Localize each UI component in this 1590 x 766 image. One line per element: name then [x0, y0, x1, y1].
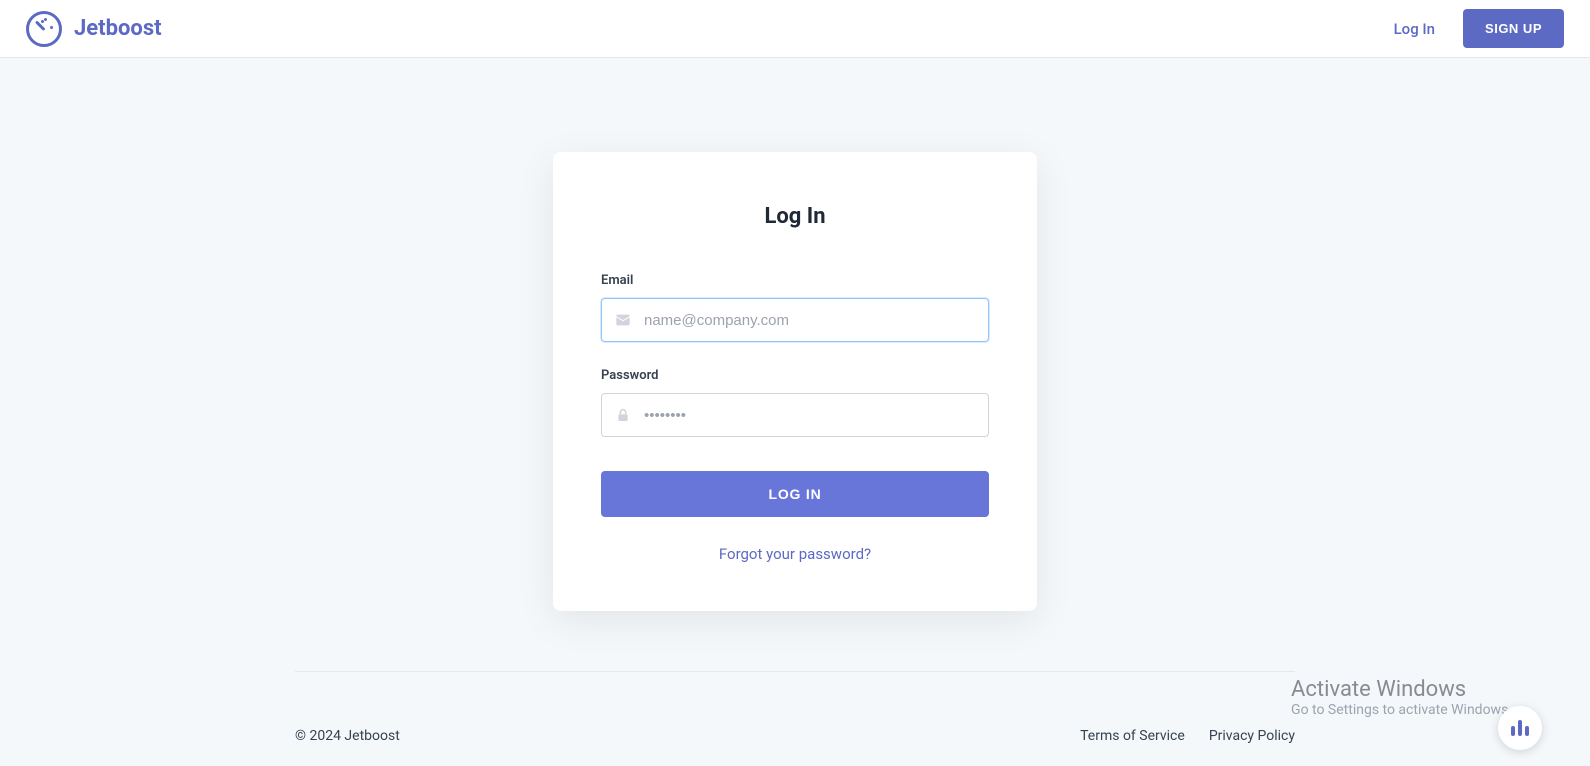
- login-submit-button[interactable]: LOG IN: [601, 471, 989, 517]
- email-label: Email: [601, 273, 989, 288]
- site-header: Jetboost Log In SIGN UP: [0, 0, 1590, 58]
- email-input-wrap: [601, 298, 989, 342]
- header-nav: Log In SIGN UP: [1394, 9, 1564, 48]
- mail-icon: [602, 312, 644, 328]
- password-label: Password: [601, 368, 989, 383]
- terms-link[interactable]: Terms of Service: [1080, 728, 1185, 744]
- email-field-group: Email: [601, 273, 989, 342]
- speedometer-icon: [26, 11, 62, 47]
- login-card: Log In Email Password: [553, 152, 1037, 611]
- brand-logo[interactable]: Jetboost: [26, 11, 162, 47]
- login-link[interactable]: Log In: [1394, 20, 1435, 38]
- privacy-link[interactable]: Privacy Policy: [1209, 728, 1295, 744]
- card-title: Log In: [601, 204, 989, 229]
- password-input[interactable]: [644, 394, 988, 436]
- signup-button[interactable]: SIGN UP: [1463, 9, 1564, 48]
- password-input-wrap: [601, 393, 989, 437]
- copyright-text: © 2024 Jetboost: [295, 728, 400, 744]
- brand-name: Jetboost: [74, 16, 162, 41]
- footer-links: Terms of Service Privacy Policy: [1080, 728, 1295, 744]
- bars-icon: [1511, 720, 1529, 736]
- lock-icon: [602, 407, 644, 423]
- forgot-password-link[interactable]: Forgot your password?: [601, 545, 989, 563]
- password-field-group: Password: [601, 368, 989, 437]
- email-input[interactable]: [644, 299, 988, 341]
- site-footer: © 2024 Jetboost Terms of Service Privacy…: [0, 671, 1590, 766]
- main-content: Log In Email Password: [0, 58, 1590, 611]
- chat-widget-button[interactable]: [1498, 706, 1542, 750]
